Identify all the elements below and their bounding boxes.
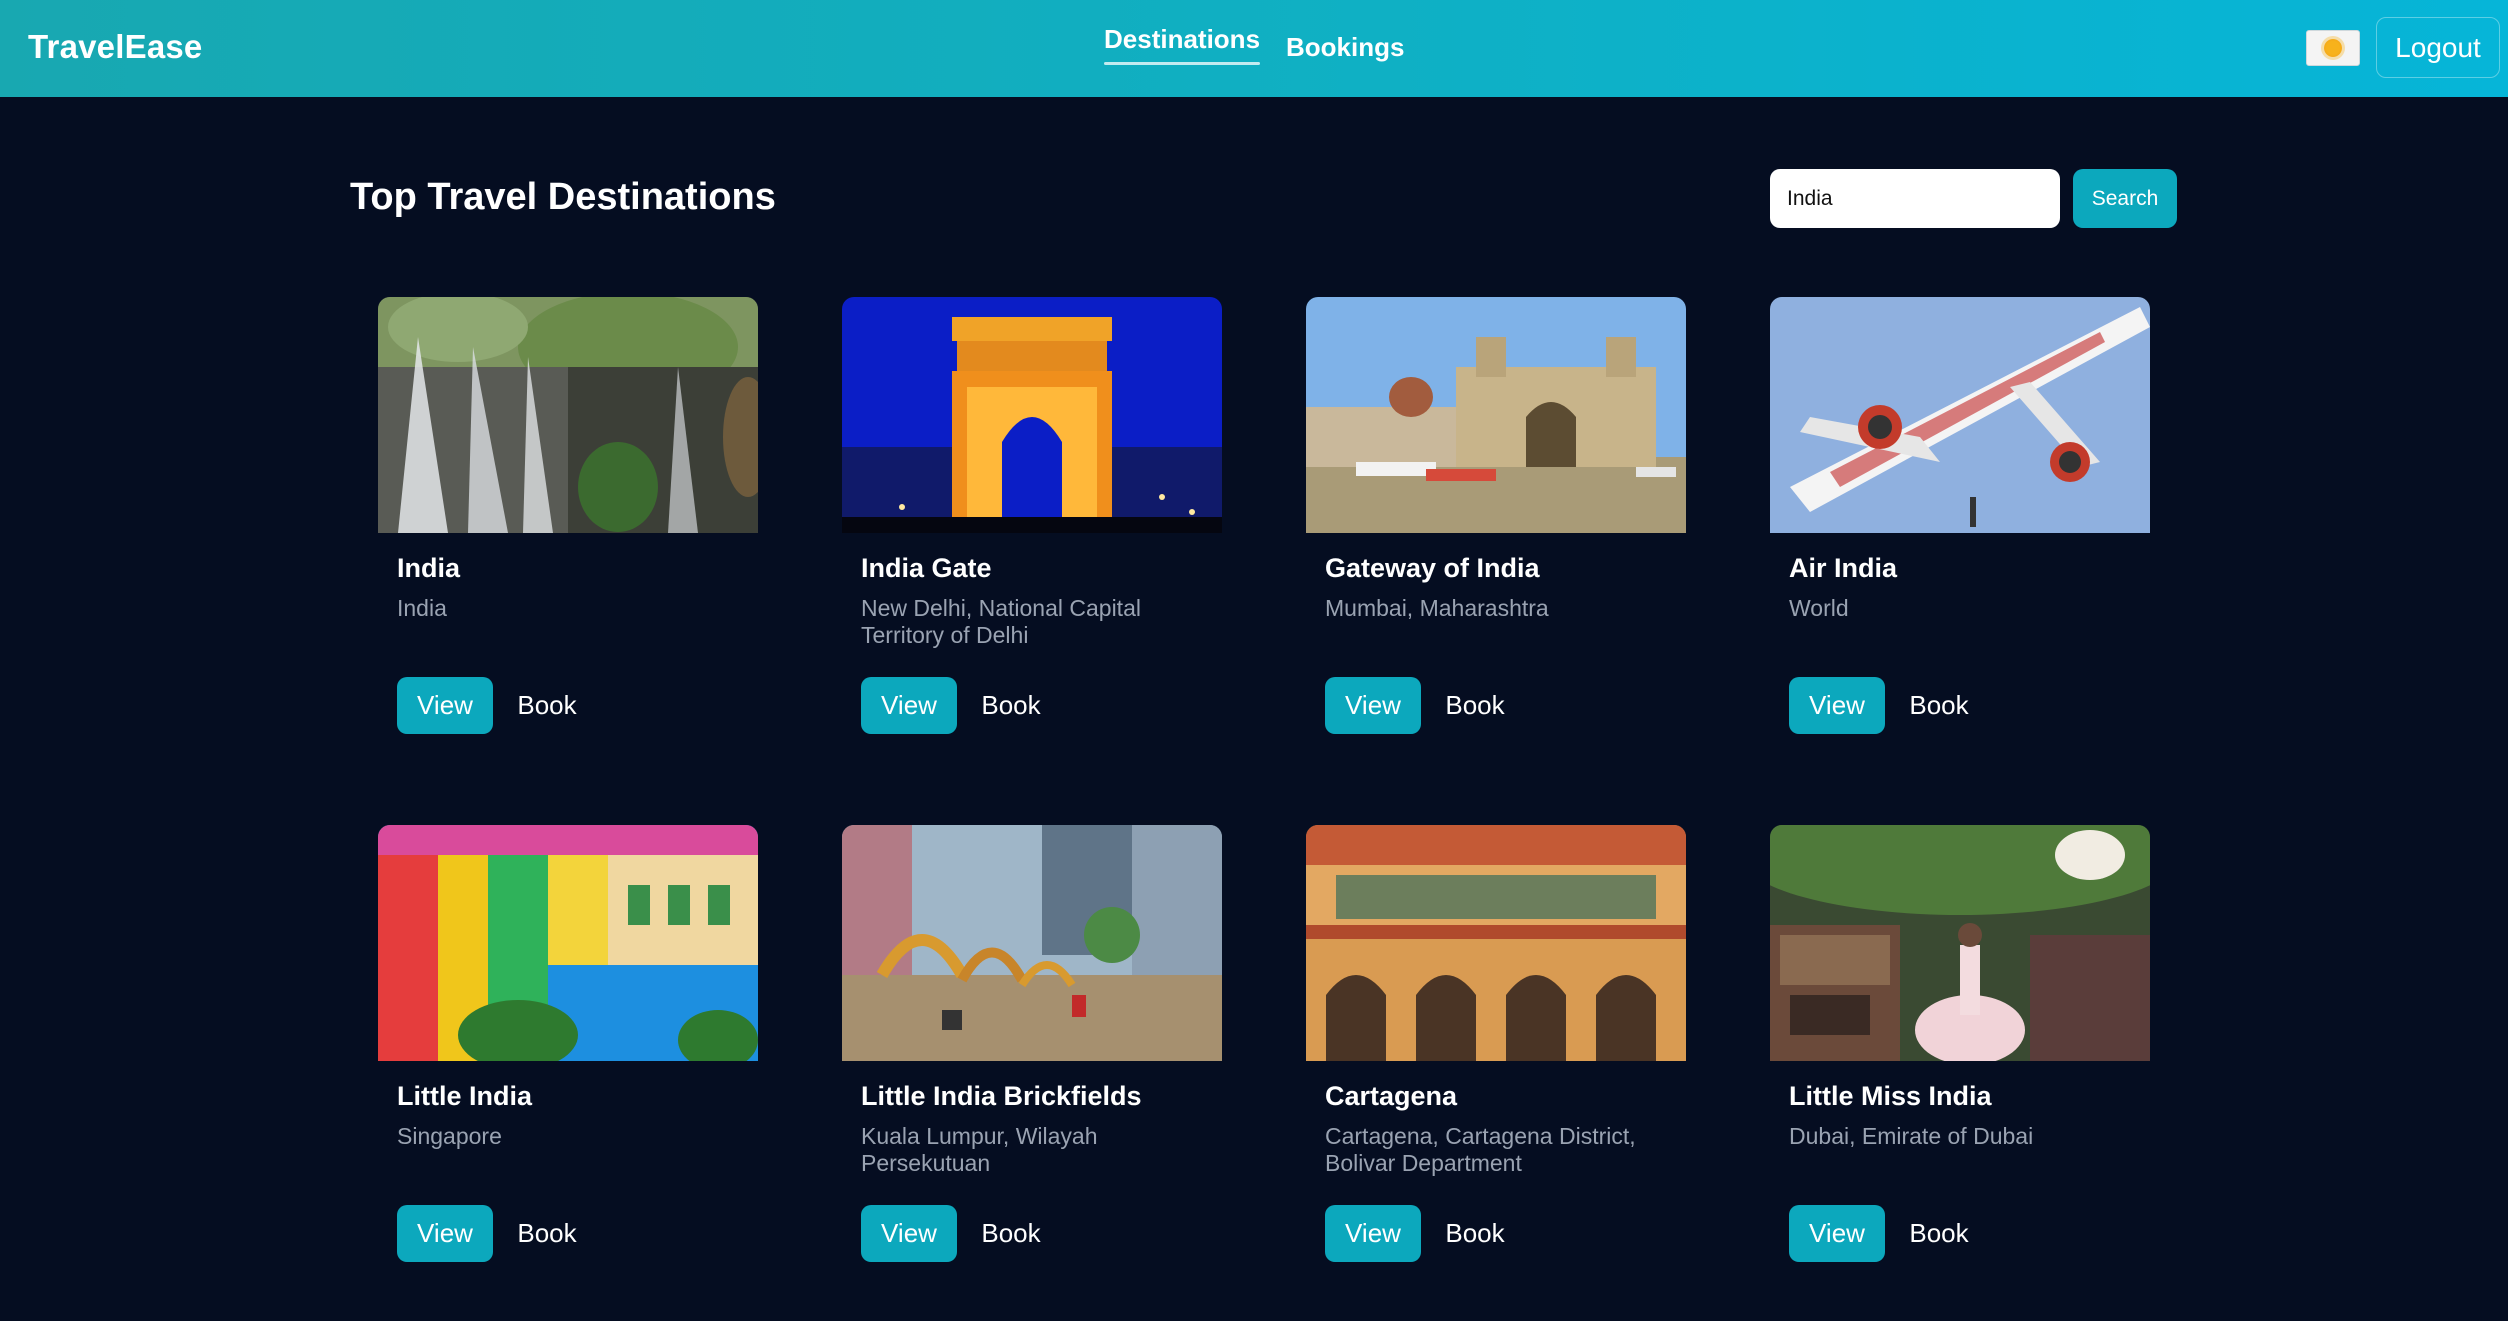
book-button[interactable]: Book — [966, 677, 1056, 734]
book-button[interactable]: Book — [1894, 677, 1984, 734]
top-navbar: TravelEase Destinations Bookings Logout — [0, 0, 2508, 97]
view-button[interactable]: View — [1789, 1205, 1885, 1262]
nav-bookings[interactable]: Bookings — [1286, 32, 1404, 73]
destination-location: Dubai, Emirate of Dubai — [1789, 1123, 2034, 1149]
destination-card: Little India Singapore View Book — [378, 825, 758, 1295]
view-button[interactable]: View — [1325, 677, 1421, 734]
destination-image-little-miss-india[interactable] — [1770, 825, 2150, 1061]
destination-location: Singapore — [397, 1123, 502, 1149]
destination-name: Gateway of India — [1325, 553, 1540, 583]
search-input[interactable] — [1770, 169, 2060, 228]
destination-image-air-india-plane[interactable] — [1770, 297, 2150, 533]
destination-name: Little India — [397, 1081, 532, 1111]
destination-image-little-india[interactable] — [378, 825, 758, 1061]
view-button[interactable]: View — [1325, 1205, 1421, 1262]
book-button[interactable]: Book — [1430, 677, 1520, 734]
book-button[interactable]: Book — [966, 1205, 1056, 1262]
book-button[interactable]: Book — [1430, 1205, 1520, 1262]
destination-card: Little India Brickfields Kuala Lumpur, W… — [842, 825, 1222, 1295]
destination-name: Cartagena — [1325, 1081, 1458, 1111]
theme-toggle-button[interactable] — [2306, 30, 2360, 66]
brand-logo[interactable]: TravelEase — [28, 28, 202, 66]
destination-name: India Gate — [861, 553, 992, 583]
destination-name: Little India Brickfields — [861, 1081, 1142, 1111]
destination-location: Cartagena, Cartagena District, Bolivar D… — [1325, 1123, 1636, 1176]
destination-card: Air India World View Book — [1770, 297, 2150, 767]
destination-name: Little Miss India — [1789, 1081, 1992, 1111]
view-button[interactable]: View — [397, 677, 493, 734]
destination-name: Air India — [1789, 553, 1898, 583]
destination-location: Kuala Lumpur, Wilayah Persekutuan — [861, 1123, 1098, 1176]
view-button[interactable]: View — [397, 1205, 493, 1262]
nav-destinations[interactable]: Destinations — [1104, 24, 1261, 65]
destination-location: New Delhi, National Capital Territory of… — [861, 595, 1141, 648]
logout-button[interactable]: Logout — [2376, 17, 2500, 78]
destination-card: Cartagena Cartagena, Cartagena District,… — [1306, 825, 1686, 1295]
book-button[interactable]: Book — [1894, 1205, 1984, 1262]
destination-location: World — [1789, 595, 1849, 621]
destination-image-brickfields[interactable] — [842, 825, 1222, 1061]
destination-card: Little Miss India Dubai, Emirate of Duba… — [1770, 825, 2150, 1295]
destination-image-india-gate[interactable] — [842, 297, 1222, 533]
destination-name: India — [397, 553, 461, 583]
destination-location: India — [397, 595, 447, 621]
view-button[interactable]: View — [861, 677, 957, 734]
book-button[interactable]: Book — [502, 677, 592, 734]
destination-card: India India View Book — [378, 297, 758, 767]
view-button[interactable]: View — [1789, 677, 1885, 734]
destination-location: Mumbai, Maharashtra — [1325, 595, 1549, 621]
view-button[interactable]: View — [861, 1205, 957, 1262]
book-button[interactable]: Book — [502, 1205, 592, 1262]
search-button[interactable]: Search — [2073, 169, 2177, 228]
sun-icon — [2324, 39, 2342, 57]
destination-image-gateway-of-india[interactable] — [1306, 297, 1686, 533]
destination-image-cartagena[interactable] — [1306, 825, 1686, 1061]
page-title: Top Travel Destinations — [350, 176, 776, 218]
destination-card: India Gate New Delhi, National Capital T… — [842, 297, 1222, 767]
destination-card: Gateway of India Mumbai, Maharashtra Vie… — [1306, 297, 1686, 767]
destination-image-waterfall[interactable] — [378, 297, 758, 533]
